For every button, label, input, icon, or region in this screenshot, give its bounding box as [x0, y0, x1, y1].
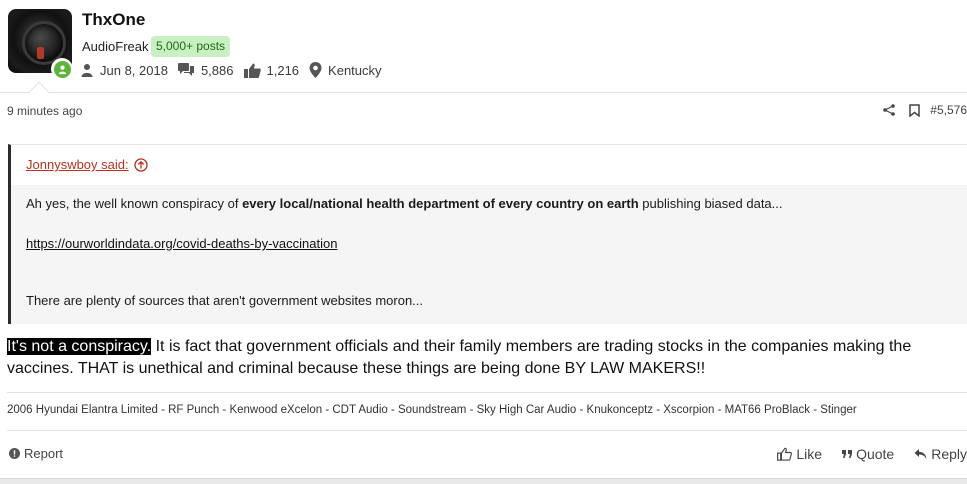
reply-button[interactable]: Reply	[914, 446, 967, 462]
quote-text-bold: every local/national health department o…	[242, 196, 639, 211]
thumbs-up-outline-icon	[777, 447, 793, 461]
quote-text-after: publishing biased data...	[638, 196, 783, 211]
report-icon	[9, 448, 20, 459]
quote-block: Jonnyswboy said: Ah yes, the well known …	[8, 144, 967, 324]
report-button[interactable]: Report	[9, 446, 63, 461]
reaction-score-text: 1,216	[266, 62, 300, 78]
quote-line-3: There are plenty of sources that aren't …	[26, 293, 424, 308]
online-status-icon	[51, 58, 73, 80]
signature: 2006 Hyundai Elantra Limited - RF Punch …	[7, 404, 857, 416]
quote-link[interactable]: https://ourworldindata.org/covid-deaths-…	[26, 236, 337, 251]
report-label: Report	[24, 446, 64, 461]
messages-icon	[177, 63, 194, 76]
like-label: Like	[796, 446, 823, 462]
post-time[interactable]: 9 minutes ago	[7, 104, 82, 118]
user-icon	[81, 64, 93, 77]
message-count: 5,886	[177, 62, 234, 78]
quote-button[interactable]: Quote	[842, 446, 894, 462]
quote-author-link[interactable]: Jonnyswboy said:	[26, 157, 148, 172]
quote-text-before: Ah yes, the well known conspiracy of	[26, 196, 243, 211]
like-button[interactable]: Like	[777, 446, 822, 462]
message-count-text: 5,886	[200, 62, 234, 78]
quote-header: Jonnyswboy said:	[11, 145, 967, 185]
share-icon[interactable]	[883, 104, 896, 116]
user-title: AudioFreak	[82, 39, 149, 54]
quote-line-1: Ah yes, the well known conspiracy of eve…	[26, 196, 783, 211]
footer-divider	[7, 430, 967, 431]
thumbs-up-icon	[243, 63, 261, 78]
reply-icon	[914, 449, 927, 459]
location-pin-icon	[309, 62, 322, 78]
joined-date-text: Jun 8, 2018	[100, 62, 168, 78]
avatar-detail	[37, 47, 44, 59]
jump-to-quote-icon[interactable]	[133, 157, 148, 172]
username[interactable]: ThxOne	[82, 10, 145, 30]
post-bottom-edge	[0, 478, 967, 484]
user-meta: Jun 8, 2018 5,886 1,216 Kentucky	[80, 62, 392, 78]
highlighted-text: It's not a conspiracy.	[7, 338, 152, 355]
posts-badge: 5,000+ posts	[151, 36, 231, 57]
post-actions-top: #5,576	[869, 103, 967, 117]
quote-icon	[842, 449, 853, 458]
post-message: It's not a conspiracy. It is fact that g…	[7, 336, 957, 380]
joined-date: Jun 8, 2018	[80, 63, 168, 78]
location: Kentucky	[309, 62, 382, 78]
user-header: ThxOne AudioFreak 5,000+ posts Jun 8, 20…	[0, 0, 967, 93]
reaction-score: 1,216	[243, 62, 300, 78]
quote-label: Quote	[856, 446, 895, 462]
bookmark-icon[interactable]	[909, 103, 921, 117]
reply-label: Reply	[931, 446, 967, 462]
quote-author[interactable]: Jonnyswboy said:	[26, 157, 129, 172]
post-number[interactable]: #5,576	[930, 103, 967, 117]
signature-divider	[7, 392, 967, 393]
post-footer-actions: Like Quote Reply	[757, 446, 967, 462]
location-text[interactable]: Kentucky	[328, 63, 381, 78]
